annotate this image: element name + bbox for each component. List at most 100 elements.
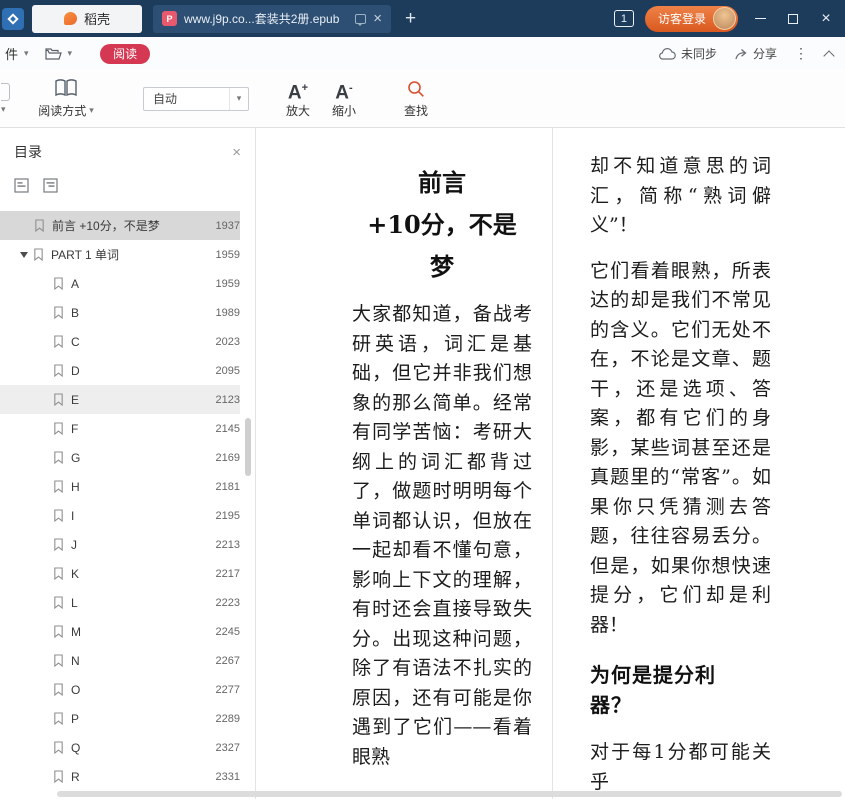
toc-item-label: H <box>71 480 208 494</box>
bookmark-icon <box>53 770 64 783</box>
zoom-in-button[interactable]: A+ 放大 <box>275 78 321 119</box>
chevron-up-icon <box>823 50 834 61</box>
tab-close-icon[interactable]: × <box>373 11 382 26</box>
caret-down-icon: ▾ <box>1 105 6 114</box>
toc-item[interactable]: A1959 <box>0 269 240 298</box>
toc-item[interactable]: Q2327 <box>0 733 240 762</box>
clipped-icon <box>1 83 10 101</box>
toc-item[interactable]: 前言 +10分，不是梦1937 <box>0 211 240 240</box>
toc-item[interactable]: K2217 <box>0 559 240 588</box>
paragraph: 对于每1分都可能关乎 <box>590 738 771 797</box>
collapse-toolbar-button[interactable] <box>825 48 833 60</box>
toc-item-page: 1937 <box>216 220 240 232</box>
toc-item-label: L <box>71 596 208 610</box>
horizontal-scrollbar[interactable] <box>57 791 842 797</box>
pin-tab-icon[interactable] <box>355 14 366 24</box>
sync-status-label: 未同步 <box>681 45 717 62</box>
share-icon <box>734 47 748 61</box>
window-count-badge[interactable]: 1 <box>614 10 634 27</box>
zoom-in-label: 放大 <box>286 102 310 119</box>
bookmark-icon <box>53 335 64 348</box>
collapse-levels-icon[interactable] <box>14 178 29 198</box>
tab-docer-label: 稻壳 <box>84 9 110 28</box>
read-mode-badge[interactable]: 阅读 <box>100 44 150 64</box>
close-panel-icon[interactable]: × <box>232 145 241 160</box>
toc-item-label: J <box>71 538 208 552</box>
open-folder-icon[interactable] <box>45 47 62 61</box>
share-button[interactable]: 分享 <box>734 45 777 62</box>
view-mode-select[interactable]: 自动 ▾ <box>143 87 249 111</box>
toc-list: 前言 +10分，不是梦1937 PART 1 单词 1959 A1959B1989C2… <box>0 211 255 791</box>
expand-levels-icon[interactable] <box>43 178 58 198</box>
toc-item-page: 2195 <box>216 510 240 522</box>
toc-item[interactable]: P2289 <box>0 704 240 733</box>
file-menu[interactable]: 件 <box>5 44 18 63</box>
toc-item[interactable]: O2277 <box>0 675 240 704</box>
toc-item-page: 2277 <box>216 684 240 696</box>
epub-file-icon: P <box>162 11 177 26</box>
tab-docer-home[interactable]: 稻壳 <box>32 5 142 33</box>
reading-mode-label: 阅读方式 <box>38 102 86 119</box>
toc-item-label: I <box>71 509 208 523</box>
toc-item[interactable]: E2123 <box>0 385 240 414</box>
toc-item[interactable]: D2095 <box>0 356 240 385</box>
bookmark-icon <box>53 567 64 580</box>
bookmark-icon <box>53 509 64 522</box>
zoom-out-button[interactable]: A- 缩小 <box>321 78 367 119</box>
toc-item-label: Q <box>71 741 208 755</box>
caret-down-icon[interactable]: ▾ <box>24 49 29 58</box>
sync-status[interactable]: 未同步 <box>658 45 717 62</box>
book-page-right: 却不知道意思的词汇，简称“熟词僻义”！ 它们看着眼熟，所表达的却是我们不常见的含… <box>553 128 845 799</box>
toc-item-page: 2331 <box>216 771 240 783</box>
avatar <box>713 7 736 30</box>
guest-login-label: 访客登录 <box>658 10 706 27</box>
bookmark-icon <box>33 248 44 261</box>
toc-item-label: K <box>71 567 208 581</box>
toc-item-label: F <box>71 422 208 436</box>
toc-item-page: 2181 <box>216 481 240 493</box>
bookmark-icon <box>53 654 64 667</box>
minimize-button[interactable] <box>749 8 771 30</box>
application-window: 稻壳 P www.j9p.co...套装共2册.epub × + 1 访客登录 … <box>0 0 845 799</box>
toc-item[interactable]: B1989 <box>0 298 240 327</box>
more-menu-button[interactable]: ⋮ <box>794 45 808 62</box>
toc-item[interactable]: N2267 <box>0 646 240 675</box>
toc-panel-title: 目录 <box>14 142 42 162</box>
toc-item-page: 2145 <box>216 423 240 435</box>
minimize-icon <box>755 18 766 19</box>
toc-item[interactable]: I 2195 <box>0 501 240 530</box>
toc-item[interactable]: G2169 <box>0 443 240 472</box>
caret-down-icon[interactable]: ▾ <box>68 49 73 58</box>
toc-item[interactable]: L2223 <box>0 588 240 617</box>
toc-item-label: PART 1 单词 <box>51 246 208 263</box>
bookmark-icon <box>34 219 45 232</box>
select-caret[interactable]: ▾ <box>229 88 248 110</box>
logo-glyph-icon <box>7 13 18 24</box>
guest-login-button[interactable]: 访客登录 <box>645 6 738 32</box>
expand-caret-icon[interactable] <box>20 252 28 258</box>
paragraph: 它们看着眼熟，所表达的却是我们不常见的含义。它们无处不在，不论是文章、题干，还是… <box>590 257 771 641</box>
toc-item-page: 1959 <box>216 249 240 261</box>
close-button[interactable]: × <box>815 8 837 30</box>
clipped-button[interactable]: ▾ <box>1 83 15 114</box>
share-label: 分享 <box>753 45 777 62</box>
toc-item[interactable]: C2023 <box>0 327 240 356</box>
reading-mode-button[interactable]: 阅读方式 ▾ <box>31 78 101 119</box>
toc-item[interactable]: R2331 <box>0 762 240 791</box>
toc-item[interactable]: PART 1 单词 1959 <box>0 240 240 269</box>
toc-item[interactable]: J2213 <box>0 530 240 559</box>
toc-item[interactable]: H 2181 <box>0 472 240 501</box>
new-tab-button[interactable]: + <box>405 9 416 28</box>
docer-flame-icon <box>64 12 77 25</box>
sidebar-scrollbar[interactable] <box>245 418 251 476</box>
toc-item[interactable]: F 2145 <box>0 414 240 443</box>
find-button[interactable]: 查找 <box>393 79 439 119</box>
toc-toolbar <box>0 162 255 198</box>
toc-item[interactable]: M2245 <box>0 617 240 646</box>
tab-document[interactable]: P www.j9p.co...套装共2册.epub × <box>153 5 391 33</box>
find-label: 查找 <box>404 102 428 119</box>
toc-item-label: N <box>71 654 208 668</box>
wps-logo-icon[interactable] <box>2 8 24 30</box>
toc-item-page: 1989 <box>216 307 240 319</box>
maximize-button[interactable] <box>782 8 804 30</box>
